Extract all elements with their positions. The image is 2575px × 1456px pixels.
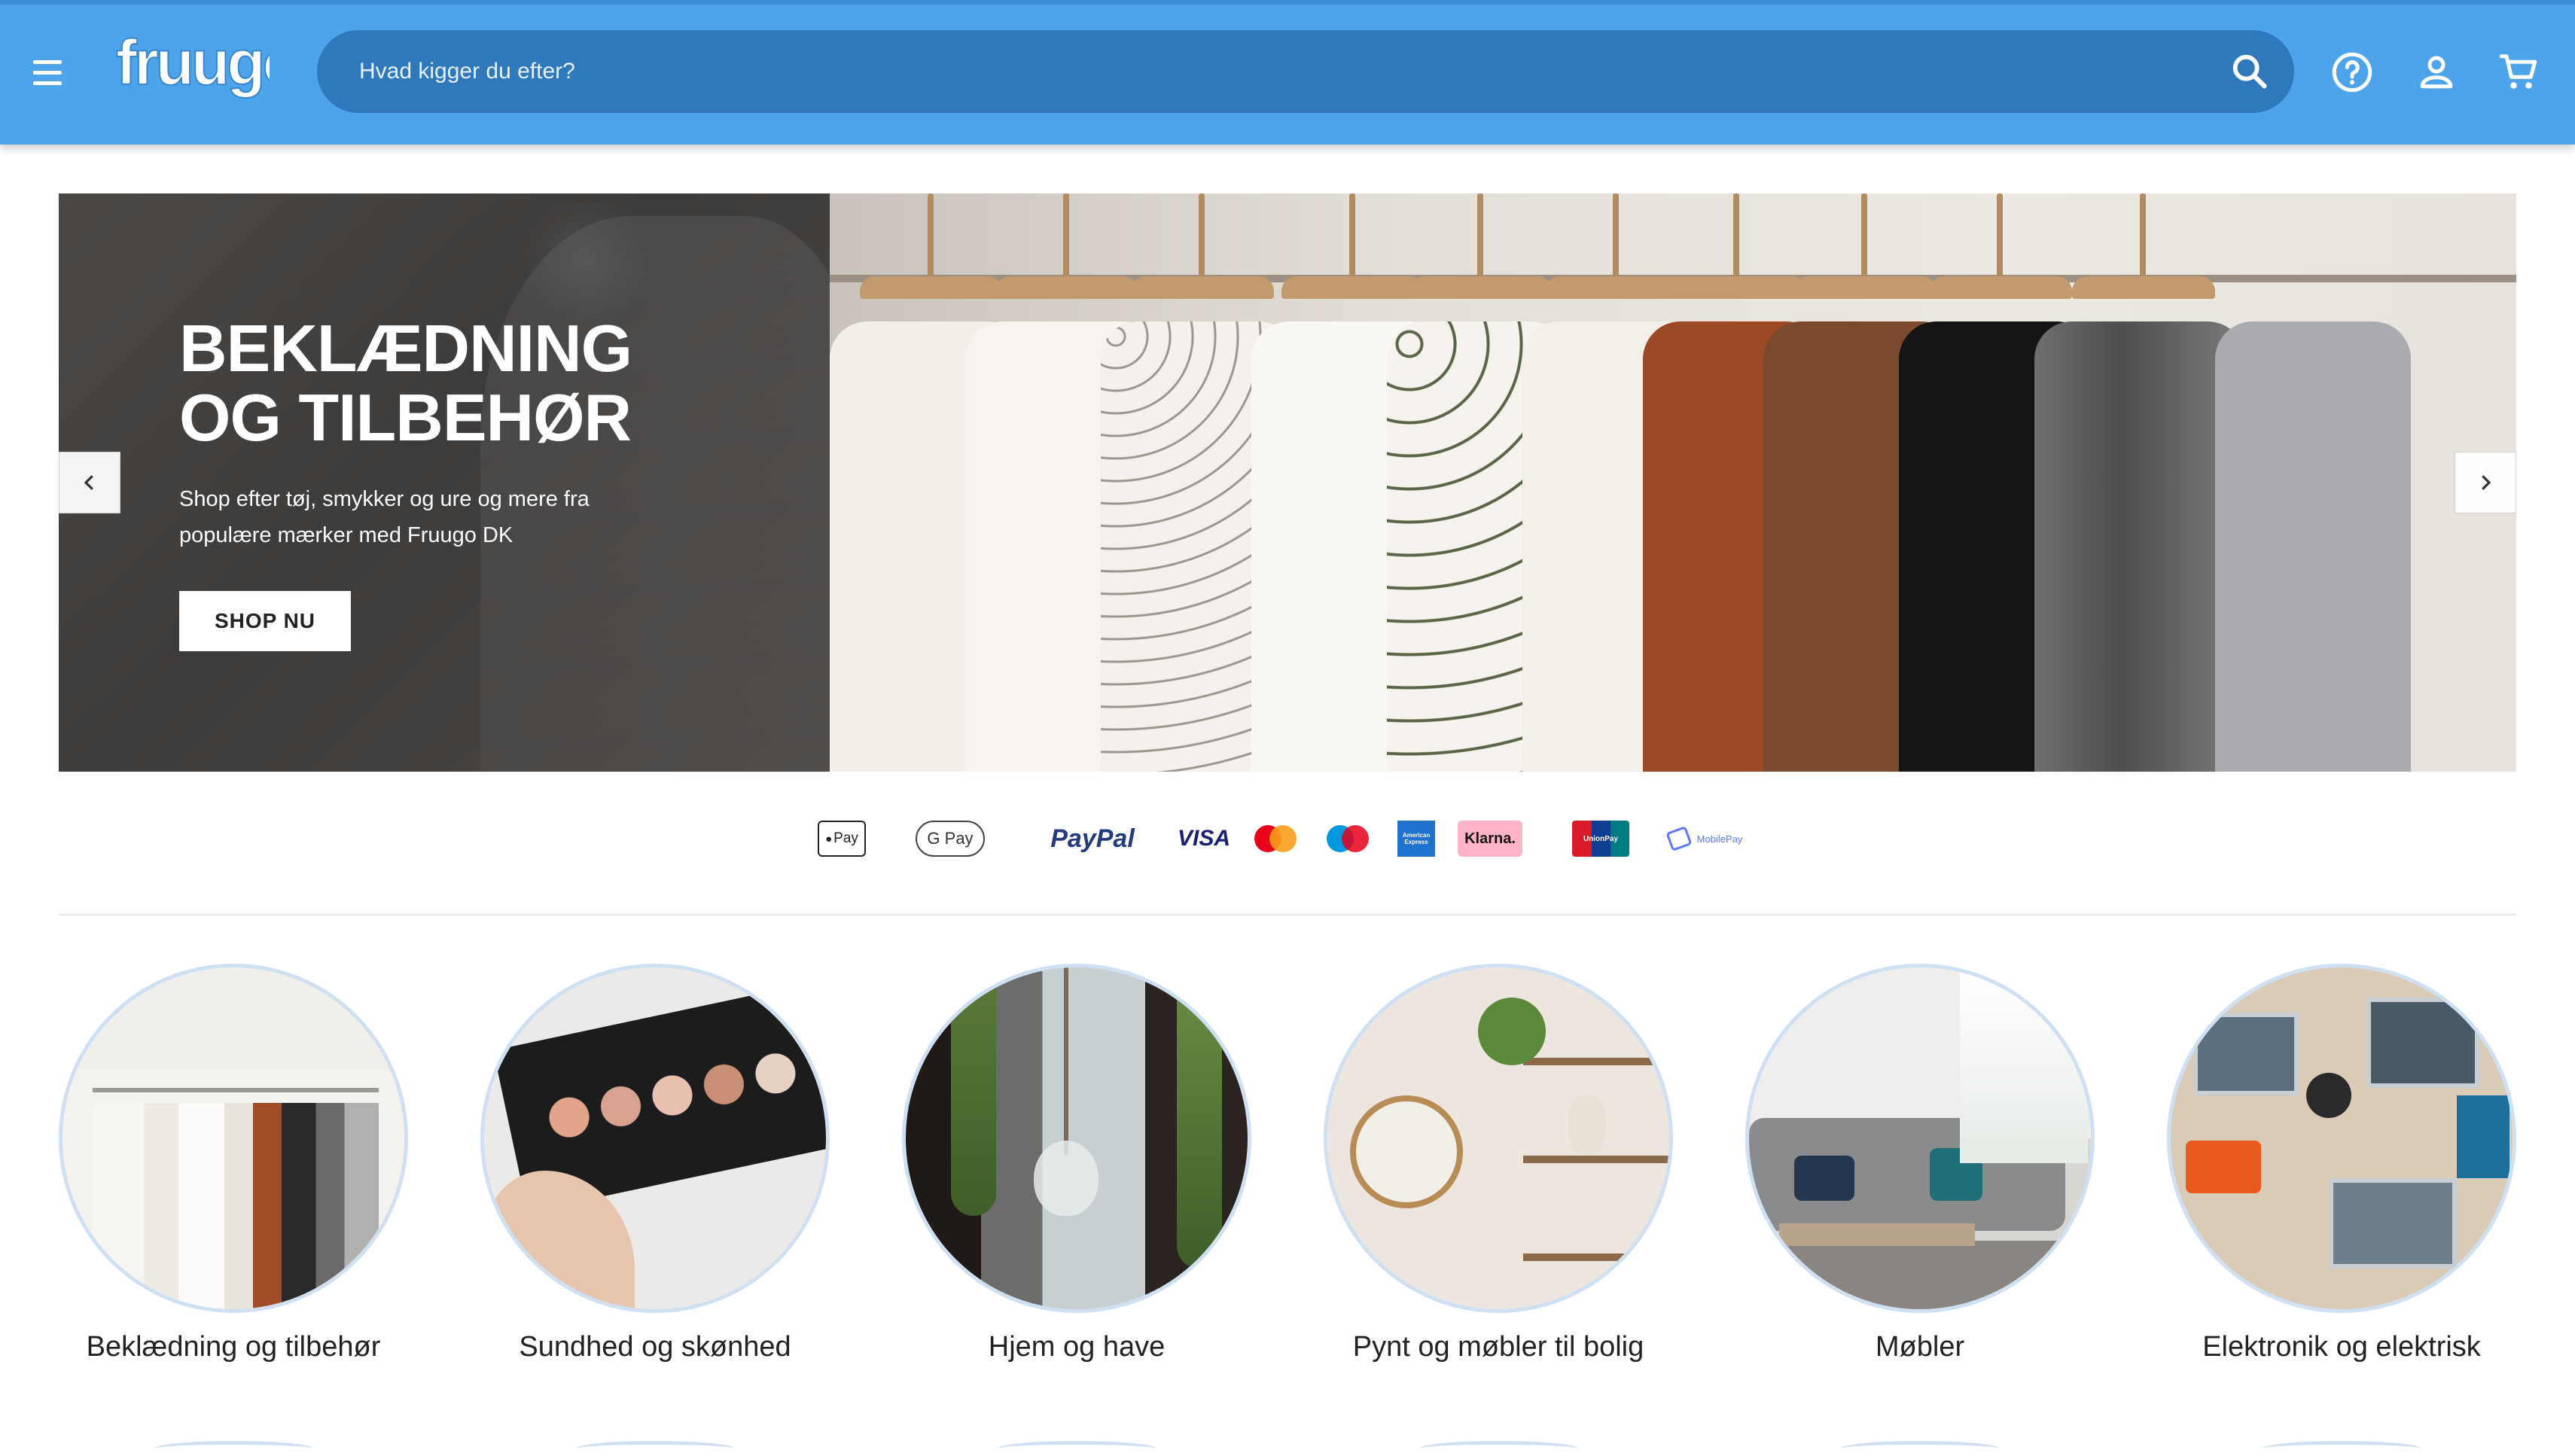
category-label: Pynt og møbler til bolig: [1352, 1331, 1644, 1363]
category-peek: [1841, 1441, 1999, 1456]
payment-label: MobilePay: [1696, 833, 1743, 845]
category-card-electronics[interactable]: Elektronik og elektrisk: [2167, 964, 2521, 1370]
category-image: [480, 964, 830, 1313]
mastercard-logo: [1254, 825, 1297, 852]
account-icon[interactable]: [2414, 50, 2459, 95]
category-label: Møbler: [1875, 1331, 1965, 1363]
carousel-prev-button[interactable]: [59, 452, 120, 513]
visa-logo: VISA: [1178, 821, 1230, 857]
svg-text:fruugo: fruugo: [116, 27, 270, 98]
apple-pay-logo: ● Pay: [818, 821, 866, 857]
search-icon[interactable]: [2228, 50, 2272, 93]
category-card-home-decor[interactable]: Pynt og møbler til bolig: [1324, 964, 1678, 1370]
category-card-home-garden[interactable]: Hjem og have: [902, 964, 1256, 1370]
shop-now-button[interactable]: SHOP NU: [179, 591, 351, 651]
mobilepay-logo: MobilePay: [1653, 821, 1757, 857]
cart-icon[interactable]: [2497, 50, 2542, 95]
paypal-logo: PayPal: [1028, 821, 1156, 857]
category-card-clothing[interactable]: Beklædning og tilbehør: [59, 964, 413, 1370]
payment-label: Klarna.: [1464, 830, 1516, 847]
category-image: [2167, 964, 2516, 1313]
unionpay-logo: UnionPay: [1572, 821, 1629, 857]
category-peek: [2263, 1441, 2421, 1456]
klarna-logo: Klarna.: [1458, 821, 1522, 857]
fruugo-logo[interactable]: fruugo: [111, 26, 270, 110]
payment-label: Pay: [833, 830, 858, 846]
menu-icon[interactable]: [33, 51, 75, 93]
payment-label: VISA: [1177, 826, 1231, 851]
chevron-right-icon: [2482, 475, 2491, 490]
maestro-logo: [1327, 825, 1369, 852]
hero-title-line: OG TILBEHØR: [179, 380, 632, 455]
payment-methods: ● Pay G Pay PayPal VISA American Express …: [0, 810, 2575, 867]
category-label: Beklædning og tilbehør: [86, 1331, 381, 1363]
category-peek: [154, 1441, 312, 1456]
hero-title-line: BEKLÆDNING: [179, 311, 632, 385]
payment-label: UnionPay: [1583, 834, 1619, 843]
category-peek: [998, 1441, 1156, 1456]
category-image: [1745, 964, 2095, 1313]
category-peek: [576, 1441, 734, 1456]
chevron-left-icon: [84, 475, 93, 490]
help-icon[interactable]: [2330, 50, 2375, 95]
hero-banner: BEKLÆDNING OG TILBEHØR Shop efter tøj, s…: [59, 193, 2516, 772]
section-divider: [59, 914, 2516, 915]
category-label: Hjem og have: [988, 1331, 1166, 1363]
site-header: fruugo: [0, 0, 2575, 145]
hero-title: BEKLÆDNING OG TILBEHØR: [179, 314, 797, 452]
category-card-furniture[interactable]: Møbler: [1745, 964, 2099, 1370]
hero-text-panel: BEKLÆDNING OG TILBEHØR Shop efter tøj, s…: [59, 193, 830, 772]
payment-label: American Express: [1402, 832, 1431, 845]
category-card-health-beauty[interactable]: Sundhed og skønhed: [480, 964, 834, 1370]
hero-subtitle: Shop efter tøj, smykker og ure og mere f…: [179, 481, 706, 553]
category-image: [1324, 964, 1673, 1313]
american-express-logo: American Express: [1397, 821, 1435, 857]
google-pay-logo: G Pay: [916, 821, 985, 857]
payment-label: PayPal: [1050, 824, 1135, 853]
hero-subtitle-line: populære mærker med Fruugo DK: [179, 523, 513, 547]
category-image: [902, 964, 1251, 1313]
search-input[interactable]: [359, 30, 2166, 113]
hero-image-clothes-rack: [830, 193, 2516, 772]
category-peek: [1419, 1441, 1577, 1456]
search-bar: [317, 30, 2294, 113]
category-label: Elektronik og elektrisk: [2202, 1331, 2481, 1363]
carousel-next-button[interactable]: [2455, 452, 2516, 513]
payment-label: G Pay: [927, 829, 974, 848]
category-label: Sundhed og skønhed: [519, 1331, 791, 1363]
category-image: [59, 964, 408, 1313]
hero-subtitle-line: Shop efter tøj, smykker og ure og mere f…: [179, 487, 590, 511]
